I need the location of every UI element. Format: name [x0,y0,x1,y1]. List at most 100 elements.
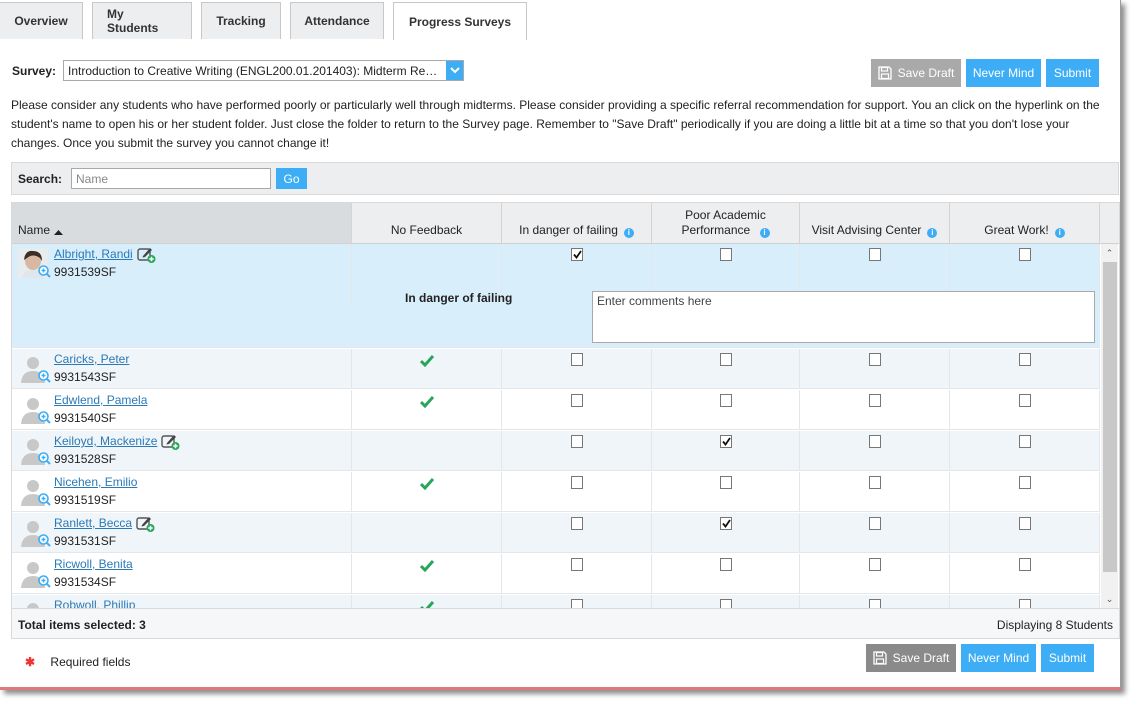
checkbox-great[interactable] [1019,517,1031,530]
green-check-icon [419,355,435,368]
checkbox-great[interactable] [1019,599,1031,608]
grid-header: Name No Feedback In danger of failing i … [12,203,1119,244]
student-id: 9931543SF [54,370,117,384]
checkbox-danger[interactable] [571,435,583,448]
column-header-name[interactable]: Name [12,203,352,243]
submit-button-top[interactable]: Submit [1046,59,1099,87]
student-name-link[interactable]: Edwlend, Pamela [54,393,147,407]
checkbox-poor[interactable] [720,353,732,366]
student-name-link[interactable]: Keiloyd, Mackenize [54,434,157,448]
cell-advising [800,595,950,608]
zoom-in-icon[interactable] [38,452,51,465]
column-no-feedback-label: No Feedback [390,223,463,237]
checkbox-poor[interactable] [720,517,732,530]
cell-poor [652,595,800,608]
checkbox-advising[interactable] [869,599,881,608]
student-name-link[interactable]: Ricwoll, Benita [54,557,133,571]
zoom-in-icon[interactable] [38,265,51,278]
tab-attendance[interactable]: Attendance [290,2,384,39]
info-icon[interactable]: i [927,228,938,238]
checkbox-great[interactable] [1019,435,1031,448]
student-name-link[interactable]: Albright, Randi [54,247,133,261]
search-input[interactable] [71,168,271,189]
zoom-in-icon[interactable] [38,575,51,588]
column-great-work-label: Great Work! [984,223,1049,237]
checkbox-great[interactable] [1019,248,1031,261]
checkbox-poor[interactable] [720,435,732,448]
checkbox-danger[interactable] [571,517,583,530]
student-name-link[interactable]: Caricks, Peter [54,352,129,366]
name-cell: Nicehen, Emilio 9931519SF [12,472,352,511]
submit-button-bottom[interactable]: Submit [1041,644,1094,672]
comment-category-label: In danger of failing [405,291,513,305]
tab-tracking[interactable]: Tracking [201,2,281,39]
checkbox-advising[interactable] [869,558,881,571]
comments-textarea[interactable] [592,291,1095,343]
required-fields-label: Required fields [50,655,131,669]
tab-overview[interactable]: Overview [0,2,83,39]
checkbox-poor[interactable] [720,476,732,489]
checkbox-great[interactable] [1019,394,1031,407]
tab-progress-surveys[interactable]: Progress Surveys [393,2,527,40]
survey-select[interactable]: Introduction to Creative Writing (ENGL20… [63,60,464,81]
checkbox-great[interactable] [1019,353,1031,366]
checkbox-danger[interactable] [571,599,583,608]
add-note-icon[interactable] [136,515,156,533]
never-mind-button-bottom[interactable]: Never Mind [961,644,1036,672]
vertical-scrollbar[interactable]: ⌃ ⌄ [1101,244,1118,608]
checkbox-advising[interactable] [869,353,881,366]
scrollbar-thumb[interactable] [1103,262,1117,572]
zoom-in-icon[interactable] [38,411,51,424]
checkbox-poor[interactable] [720,248,732,261]
checkbox-great[interactable] [1019,476,1031,489]
never-mind-button-top[interactable]: Never Mind [966,59,1041,87]
cell-advising [800,513,950,552]
checkbox-advising[interactable] [869,248,881,261]
zoom-in-icon[interactable] [38,370,51,383]
avatar-placeholder-icon[interactable] [18,599,48,608]
add-note-icon[interactable] [161,433,181,451]
zoom-in-icon[interactable] [38,493,51,506]
survey-selected-value: Introduction to Creative Writing (ENGL20… [68,64,438,78]
info-icon[interactable]: i [623,228,634,238]
cell-poor [652,513,800,552]
table-row: Caricks, Peter 9931543SF [12,349,1100,389]
chevron-down-icon[interactable] [446,61,463,80]
checkbox-danger[interactable] [571,394,583,407]
displaying-count: Displaying 8 Students [996,618,1113,632]
checkbox-poor[interactable] [720,558,732,571]
checkbox-poor[interactable] [720,599,732,608]
checkbox-advising[interactable] [869,476,881,489]
checkbox-poor[interactable] [720,394,732,407]
checkbox-advising[interactable] [869,394,881,407]
scroll-down-icon[interactable]: ⌄ [1101,591,1118,607]
info-icon[interactable]: i [759,228,770,238]
checkbox-danger[interactable] [571,476,583,489]
cell-advising [800,472,950,511]
info-icon[interactable]: i [1054,228,1065,238]
checkbox-great[interactable] [1019,558,1031,571]
zoom-in-icon[interactable] [38,534,51,547]
save-draft-button-top[interactable]: Save Draft [871,59,961,87]
scroll-up-icon[interactable]: ⌃ [1101,245,1118,261]
checkbox-danger[interactable] [571,558,583,571]
name-cell: Robwoll, Phillip [12,595,352,608]
checkbox-advising[interactable] [869,435,881,448]
floppy-disk-icon [877,66,892,80]
save-draft-label: Save Draft [892,651,950,665]
checkbox-danger[interactable] [571,248,583,261]
student-name-link[interactable]: Robwoll, Phillip [54,598,135,608]
total-items-selected: Total items selected: 3 [18,618,146,632]
student-name-link[interactable]: Nicehen, Emilio [54,475,137,489]
tab-my-students[interactable]: My Students [92,2,192,39]
student-name-link[interactable]: Ranlett, Becca [54,516,132,530]
cell-danger [502,431,652,470]
checkbox-danger[interactable] [571,353,583,366]
go-button[interactable]: Go [276,168,307,189]
floppy-disk-icon [872,651,887,665]
add-note-icon[interactable] [137,246,157,264]
grid-body: Albright, Randi 9931539SF In danger of fai… [12,244,1119,608]
save-draft-button-bottom[interactable]: Save Draft [866,644,956,672]
cell-poor [652,349,800,388]
checkbox-advising[interactable] [869,517,881,530]
